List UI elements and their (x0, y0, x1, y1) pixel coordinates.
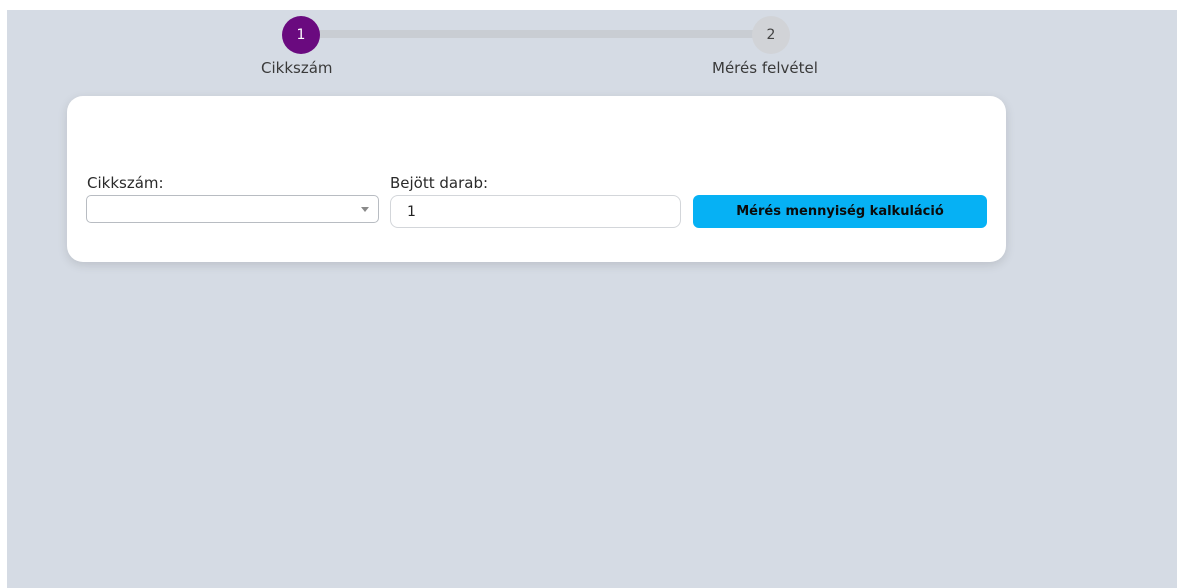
cikkszam-label: Cikkszám: (87, 174, 164, 192)
step-2-indicator[interactable]: 2 (752, 16, 790, 54)
stepper-track (302, 30, 772, 38)
chevron-down-icon[interactable] (361, 207, 369, 212)
step-2-number: 2 (766, 27, 776, 43)
step-2-label: Mérés felvétel (712, 59, 818, 77)
step-1-indicator[interactable]: 1 (282, 16, 320, 54)
bejott-darab-input[interactable] (390, 195, 681, 228)
form-card: Cikkszám: Bejött darab: Mérés mennyiség … (67, 96, 1006, 262)
calc-button[interactable]: Mérés mennyiség kalkuláció (693, 195, 987, 228)
app-background: 1 Cikkszám 2 Mérés felvétel Cikkszám: Be… (7, 10, 1177, 588)
step-1-number: 1 (296, 27, 306, 43)
step-1-label: Cikkszám (261, 59, 333, 77)
bejott-darab-label: Bejött darab: (390, 174, 489, 192)
cikkszam-select[interactable] (86, 195, 379, 223)
